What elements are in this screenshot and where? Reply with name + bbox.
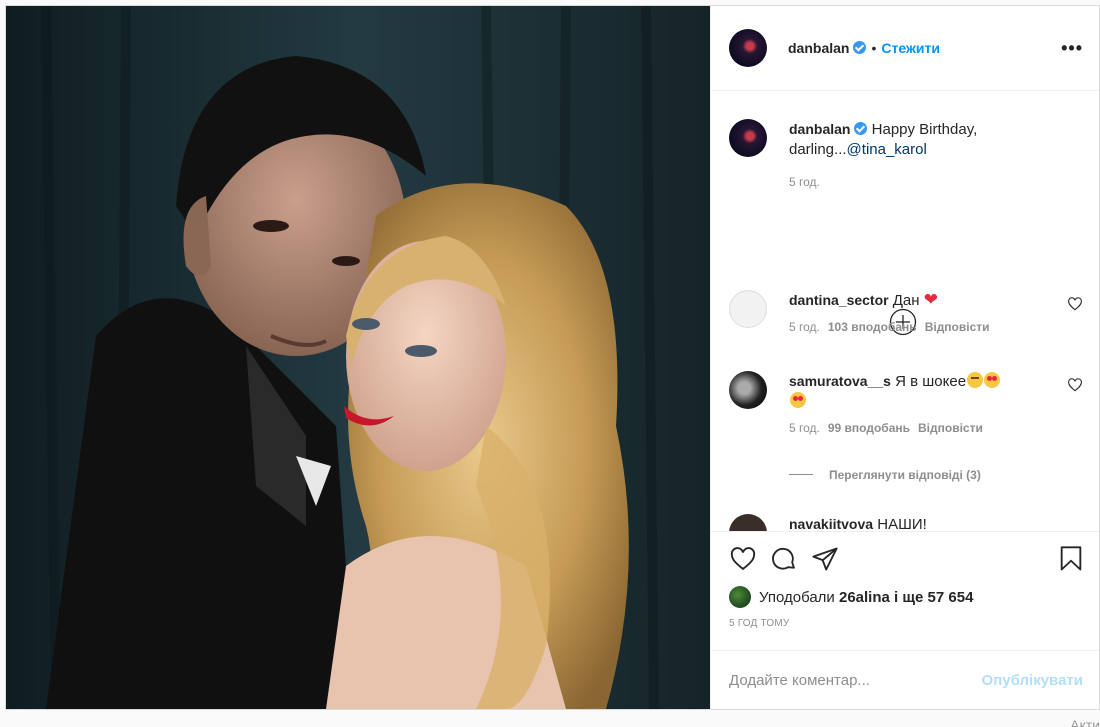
post-header: danbalan • Стежити ••• xyxy=(711,6,1099,91)
caption-time[interactable]: 5 год. xyxy=(789,175,820,189)
likes-count[interactable]: і ще 57 654 xyxy=(894,589,973,606)
follow-button[interactable]: Стежити xyxy=(881,40,940,56)
like-comment-icon[interactable] xyxy=(1067,296,1083,312)
reply-button[interactable]: Відповісти xyxy=(918,421,983,435)
heart-eyes-emoji xyxy=(790,391,806,408)
liker-avatar[interactable] xyxy=(729,586,751,609)
commenter-avatar[interactable] xyxy=(729,513,767,532)
caption: danbalan Happy Birthday, darling...@tina… xyxy=(729,118,1083,190)
post-card: danbalan • Стежити ••• danbalan Happy Bi… xyxy=(5,5,1100,710)
flushed-emoji xyxy=(967,371,984,388)
add-comment-bar: Опублікувати xyxy=(711,650,1099,709)
comment-item: dantina_sector Дан ❤ 5 год. 103 вподобань… xyxy=(729,289,1083,335)
comment-likes[interactable]: 99 вподобань xyxy=(828,421,910,435)
comment-username[interactable]: navakiitvova xyxy=(789,516,873,531)
heart-eyes-emoji xyxy=(984,371,1001,388)
verified-icon xyxy=(854,121,868,135)
commenter-avatar[interactable] xyxy=(729,370,767,409)
caption-mention[interactable]: @tina_karol xyxy=(847,141,927,158)
liker-username[interactable]: 26alina xyxy=(839,589,890,606)
likes-summary: Уподобали 26alina і ще 57 654 xyxy=(729,586,973,609)
comment-text: Я в шокее xyxy=(895,372,967,390)
comment-likes[interactable]: 103 вподобань xyxy=(828,320,917,334)
comment-text: Дан xyxy=(892,291,920,309)
post-actions: Уподобали 26alina і ще 57 654 5 ГОД ТОМУ… xyxy=(711,531,1099,709)
reply-button[interactable]: Відповісти xyxy=(925,320,990,334)
verified-icon xyxy=(853,41,867,55)
more-options-icon[interactable]: ••• xyxy=(1061,39,1083,57)
view-replies-button[interactable]: Переглянути відповіді (3) xyxy=(789,468,981,482)
corner-overlay-text: Акти xyxy=(1070,717,1100,727)
bookmark-icon[interactable] xyxy=(1057,545,1085,573)
comment-username[interactable]: dantina_sector xyxy=(789,292,889,308)
author-username[interactable]: danbalan xyxy=(788,40,849,56)
view-replies-label: Переглянути відповіді (3) xyxy=(829,467,981,482)
post-time[interactable]: 5 ГОД ТОМУ xyxy=(729,618,789,629)
post-image xyxy=(6,6,710,709)
share-icon[interactable] xyxy=(811,545,839,573)
comment-username[interactable]: samuratova__s xyxy=(789,373,891,389)
author-avatar[interactable] xyxy=(729,28,767,67)
replies-divider xyxy=(789,474,813,476)
post-sidebar: danbalan • Стежити ••• danbalan Happy Bi… xyxy=(710,6,1099,709)
post-photo[interactable] xyxy=(6,6,710,709)
comment-time[interactable]: 5 год. xyxy=(789,320,820,334)
separator-dot: • xyxy=(871,39,877,56)
caption-author[interactable]: danbalan xyxy=(789,121,850,137)
red-heart-emoji: ❤ xyxy=(923,289,938,309)
caption-author-avatar[interactable] xyxy=(729,118,767,157)
comment-time[interactable]: 5 год. xyxy=(789,421,820,435)
comments-list[interactable]: danbalan Happy Birthday, darling...@tina… xyxy=(711,91,1099,532)
comment-text: НАШИ! xyxy=(877,515,927,532)
comment-item: samuratova__s Я в шокее 5 год. 99 вподоба… xyxy=(729,370,1083,436)
comment-item: navakiitvova НАШИ! xyxy=(729,513,1083,532)
like-comment-icon[interactable] xyxy=(1067,377,1083,393)
likes-prefix: Уподобали xyxy=(759,588,835,606)
commenter-avatar[interactable] xyxy=(729,289,767,328)
comment-input[interactable] xyxy=(729,671,982,689)
comment-icon[interactable] xyxy=(770,545,798,573)
action-icons xyxy=(729,545,1085,575)
heart-icon[interactable] xyxy=(729,545,757,573)
publish-button[interactable]: Опублікувати xyxy=(982,672,1083,689)
